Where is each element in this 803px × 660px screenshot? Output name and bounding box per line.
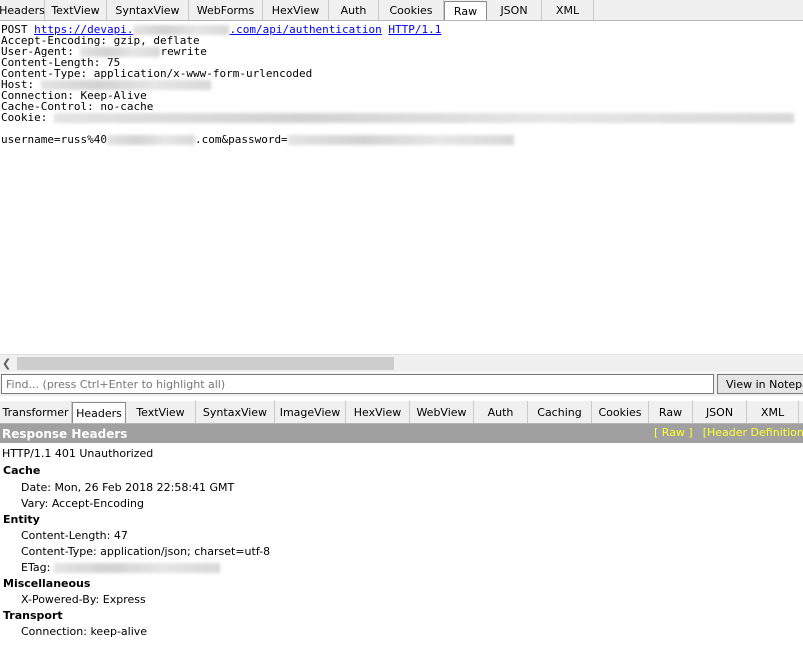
header-date[interactable]: Date: Mon, 26 Feb 2018 22:58:41 GMT bbox=[21, 481, 234, 494]
tab-response-hexview[interactable]: HexView bbox=[346, 401, 410, 423]
response-tab-strip: Transformer Headers TextView SyntaxView … bbox=[0, 401, 803, 424]
request-raw-view[interactable]: POST https://devapi. .com/api/authenticat… bbox=[0, 22, 803, 354]
request-tab-strip: Headers TextView SyntaxView WebForms Hex… bbox=[0, 0, 803, 21]
group-miscellaneous[interactable]: Miscellaneous bbox=[3, 577, 90, 590]
tab-response-transformer[interactable]: Transformer bbox=[0, 401, 72, 423]
tab-response-json[interactable]: JSON bbox=[693, 401, 747, 423]
response-headers-title: Response Headers bbox=[2, 426, 128, 441]
redacted-text bbox=[133, 24, 230, 35]
group-cache[interactable]: Cache bbox=[3, 464, 40, 477]
header-content-type[interactable]: Content-Type: application/json; charset=… bbox=[21, 545, 270, 558]
horizontal-scrollbar[interactable]: ❮ bbox=[0, 354, 803, 372]
raw-link[interactable]: [ Raw ] bbox=[654, 426, 693, 439]
tab-request-syntaxview[interactable]: SyntaxView bbox=[107, 0, 189, 20]
header-host: Host: bbox=[1, 78, 803, 91]
tab-response-raw[interactable]: Raw bbox=[649, 401, 693, 423]
tab-request-hexview[interactable]: HexView bbox=[263, 0, 329, 20]
tab-response-webview[interactable]: WebView bbox=[410, 401, 474, 423]
tab-request-webforms[interactable]: WebForms bbox=[189, 0, 263, 20]
header-vary[interactable]: Vary: Accept-Encoding bbox=[21, 497, 144, 510]
tab-response-cookies[interactable]: Cookies bbox=[592, 401, 649, 423]
redacted-text bbox=[53, 112, 794, 123]
redacted-text bbox=[80, 46, 161, 57]
header-user-agent: User-Agent: rewrite bbox=[1, 45, 207, 58]
response-headers-tree: HTTP/1.1 401 Unauthorized Cache Date: Mo… bbox=[0, 444, 803, 660]
header-cache-control: Cache-Control: no-cache bbox=[1, 100, 154, 113]
redacted-text bbox=[53, 563, 220, 573]
request-url-suffix[interactable]: .com/api/authentication bbox=[229, 23, 381, 36]
tab-response-headers[interactable]: Headers bbox=[72, 402, 126, 423]
header-content-length[interactable]: Content-Length: 47 bbox=[21, 529, 128, 542]
find-bar: View in Notepad bbox=[0, 373, 803, 396]
tab-response-caching[interactable]: Caching bbox=[528, 401, 592, 423]
scroll-left-icon[interactable]: ❮ bbox=[2, 357, 11, 370]
tab-request-auth[interactable]: Auth bbox=[329, 0, 379, 20]
request-body: username=russ%40 .com&password= bbox=[1, 133, 803, 146]
response-status-line: HTTP/1.1 401 Unauthorized bbox=[2, 447, 154, 460]
header-etag[interactable]: ETag: bbox=[21, 561, 220, 574]
tab-request-textview[interactable]: TextView bbox=[45, 0, 107, 20]
header-accept-encoding: Accept-Encoding: gzip, deflate bbox=[1, 34, 200, 47]
tab-response-auth[interactable]: Auth bbox=[474, 401, 528, 423]
header-content-type: Content-Type: application/x-www-form-url… bbox=[1, 67, 313, 80]
tab-request-xml[interactable]: XML bbox=[542, 0, 594, 20]
tab-response-textview[interactable]: TextView bbox=[126, 401, 196, 423]
tab-request-cookies[interactable]: Cookies bbox=[379, 0, 444, 20]
scrollbar-thumb[interactable] bbox=[17, 357, 394, 370]
tab-response-imageview[interactable]: ImageView bbox=[275, 401, 346, 423]
group-entity[interactable]: Entity bbox=[3, 513, 40, 526]
view-in-notepad-button[interactable]: View in Notepad bbox=[717, 374, 803, 394]
response-headers-title-bar: Response Headers [ Raw ] [Header Definiti… bbox=[0, 424, 803, 443]
redacted-text bbox=[106, 134, 195, 145]
tab-response-xml[interactable]: XML bbox=[747, 401, 799, 423]
tab-request-json[interactable]: JSON bbox=[487, 0, 542, 20]
header-definitions-link[interactable]: [Header Definitions] bbox=[703, 426, 803, 439]
header-cookie: Cookie: bbox=[1, 111, 803, 124]
redacted-text bbox=[40, 79, 211, 90]
tab-request-headers[interactable]: Headers bbox=[0, 0, 45, 20]
header-x-powered-by[interactable]: X-Powered-By: Express bbox=[21, 593, 146, 606]
tab-request-raw[interactable]: Raw bbox=[444, 1, 487, 20]
find-input[interactable] bbox=[1, 374, 714, 394]
redacted-text bbox=[287, 134, 514, 145]
group-transport[interactable]: Transport bbox=[3, 609, 63, 622]
header-connection-response[interactable]: Connection: keep-alive bbox=[21, 625, 147, 638]
tab-response-syntaxview[interactable]: SyntaxView bbox=[196, 401, 275, 423]
